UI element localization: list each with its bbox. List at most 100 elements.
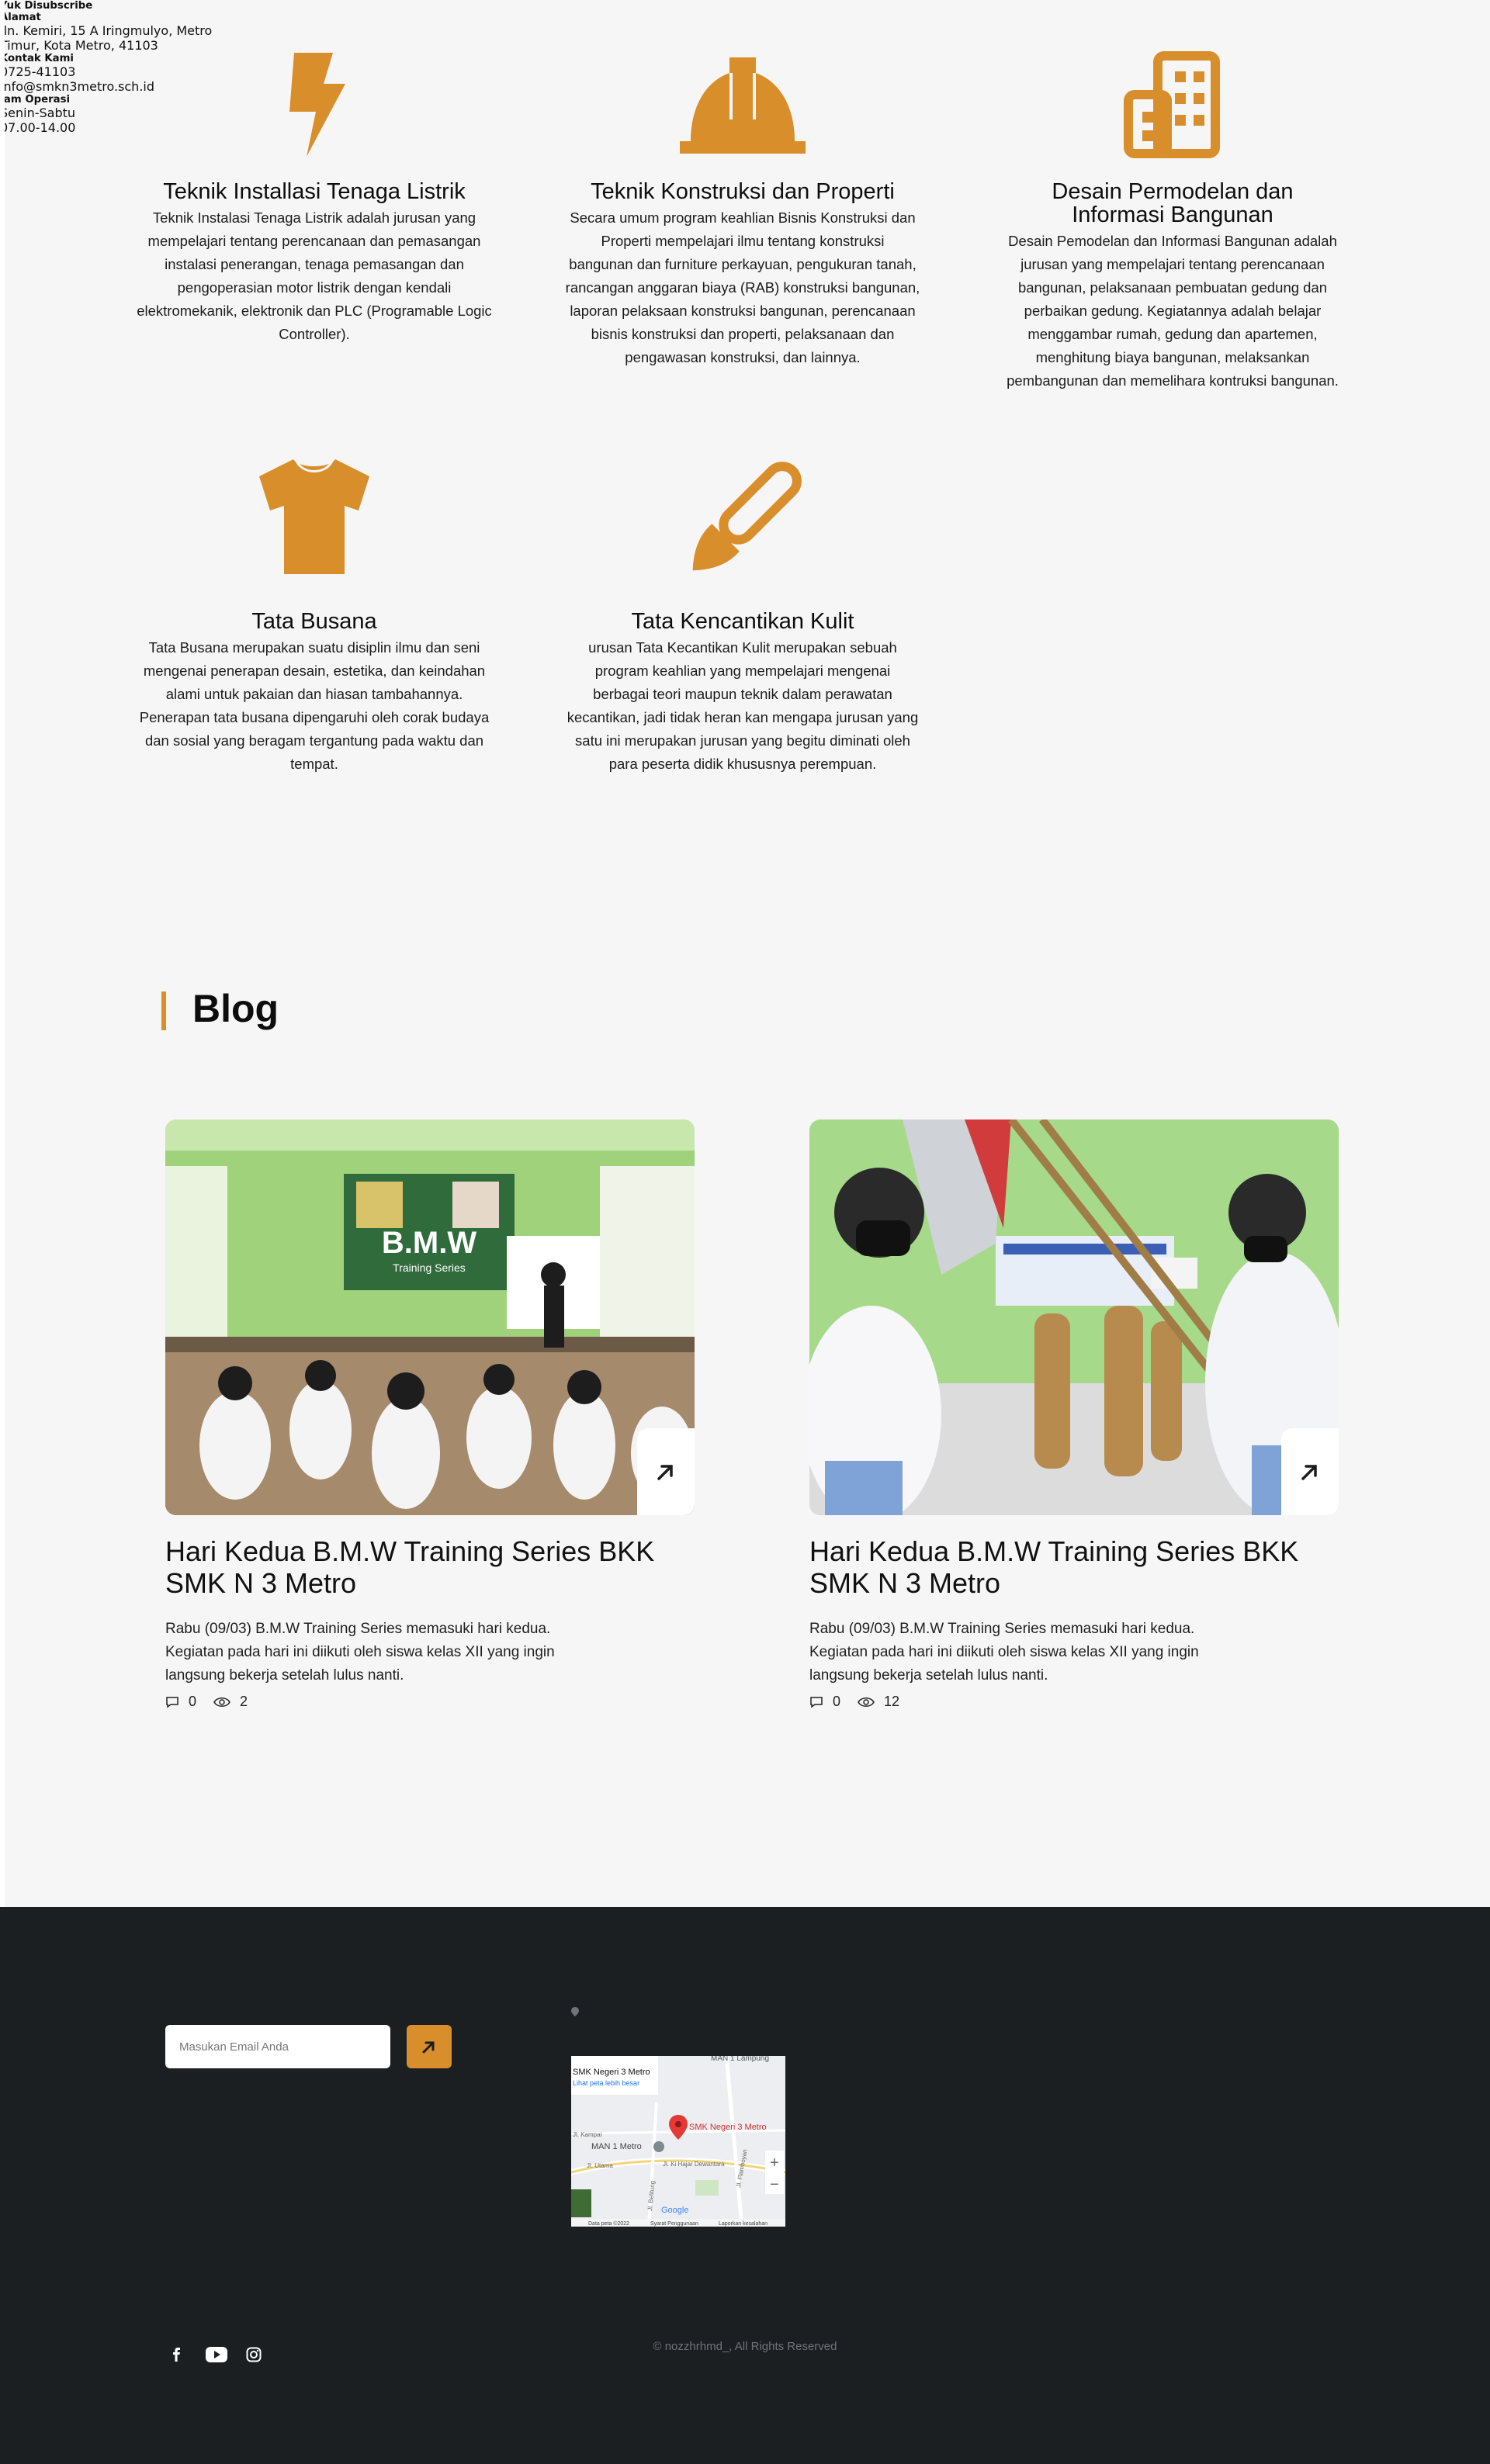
- desc-line: pengoperasian motor listrik dengan kenda…: [177, 279, 452, 296]
- address-line: Jln. Kemiri, 15 A Iringmulyo, Metro: [0, 23, 213, 38]
- blog-card[interactable]: Hari Kedua B.M.W Training Series BKK SMK…: [809, 1120, 1340, 1710]
- contact-phone: 0725-41103: [0, 64, 76, 79]
- major-title: Teknik Installasi Tenaga Listrik: [163, 179, 466, 204]
- excerpt-line: Rabu (09/03) B.M.W Training Series memas…: [165, 1621, 551, 1637]
- view-count-value: 12: [884, 1694, 900, 1709]
- excerpt-line: Kegiatan pada hari ini diikuti oleh sisw…: [165, 1644, 555, 1660]
- location-pin-icon: [571, 2007, 579, 2016]
- desc-line: program keahlian yang mempelajari mengen…: [594, 663, 891, 679]
- t-shirt-icon: [259, 459, 369, 574]
- desc-line: perbaikan gedung. Kegiatannya adalah bel…: [1024, 303, 1322, 319]
- google-logo: Google: [661, 2206, 688, 2215]
- major-title: Tata Kencantikan Kulit: [631, 609, 854, 634]
- page-edge: [0, 0, 5, 1907]
- blog-heading-accent: [161, 991, 166, 1030]
- map-place-title: SMK Negeri 3 Metro: [573, 2068, 650, 2077]
- desc-line: dan sosial yang beragam tergantung pada …: [144, 732, 484, 749]
- map-larger-link[interactable]: Lihat peta lebih besar: [573, 2079, 639, 2087]
- desc-line: jurusan yang mempelajari tentang perenca…: [1020, 256, 1325, 272]
- major-description: Tata Busana merupakan suatu disiplin ilm…: [124, 636, 504, 776]
- major-card: Desain Permodelan dan Informasi Bangunan…: [982, 50, 1363, 393]
- subscribe-heading: Yuk Disubscribe: [0, 0, 93, 12]
- blog-image-classroom[interactable]: B.M.W Training Series: [165, 1120, 695, 1515]
- read-more-button[interactable]: [1281, 1428, 1339, 1515]
- major-title: Teknik Konstruksi dan Properti: [591, 179, 895, 204]
- desc-line: kecantikan, jadi tidak heran kan mengapa…: [567, 709, 919, 725]
- desc-line: Penerapan tata busana dipengaruhi oleh c…: [139, 709, 490, 725]
- blog-post-meta: 0 2: [165, 1694, 696, 1710]
- map-road-label: Jl. Utama: [587, 2162, 613, 2169]
- blog-post-title[interactable]: Hari Kedua B.M.W Training Series BKK SMK…: [165, 1535, 662, 1599]
- banner-subtext: Training Series: [393, 1261, 466, 1274]
- major-card: Tata Busana Tata Busana merupakan suatu …: [124, 455, 504, 776]
- excerpt-line: langsung bekerja setelah lulus nanti.: [165, 1667, 404, 1684]
- email-subscribe-input[interactable]: [165, 2025, 390, 2068]
- title-line: Desain Permodelan dan: [1052, 179, 1294, 204]
- title-line: Hari Kedua B.M.W Training Series BKK: [165, 1535, 655, 1567]
- map-label: MAN 1 Lampung: [711, 2056, 769, 2063]
- eye-icon: [213, 1697, 230, 1707]
- major-card: Teknik Konstruksi dan Properti Secara um…: [553, 50, 933, 369]
- desc-line: laporan pelaksaan konstruksi bangunan, p…: [570, 303, 916, 319]
- major-card: Teknik Installasi Tenaga Listrik Teknik …: [124, 50, 504, 346]
- banner-text: B.M.W: [382, 1226, 476, 1260]
- blog-post-title[interactable]: Hari Kedua B.M.W Training Series BKK SMK…: [809, 1535, 1306, 1599]
- blog-image-flag-ceremony[interactable]: [809, 1120, 1339, 1515]
- blog-post-meta: 0 12: [809, 1694, 1340, 1710]
- subscribe-button[interactable]: [407, 2025, 452, 2068]
- arrow-up-right-icon: [657, 1465, 673, 1480]
- lightning-bolt-icon: [289, 53, 345, 157]
- map-report-link[interactable]: Laporkan kesalahan: [719, 2221, 768, 2227]
- comment-count-value: 0: [833, 1694, 841, 1709]
- desc-line: pengawasan konstruksi, dan lainnya.: [625, 349, 861, 365]
- desc-line: rancangan anggaran biaya (RAB) konstruks…: [565, 279, 920, 296]
- map-pin-label: SMK Negeri 3 Metro: [689, 2123, 767, 2132]
- desc-line: Secara umum program keahlian Bisnis Kons…: [570, 209, 916, 226]
- hard-hat-icon: [680, 57, 806, 154]
- desc-line: Desain Pemodelan dan Informasi Bangunan …: [1008, 233, 1337, 249]
- address-text: Jln. Kemiri, 15 A Iringmulyo, Metro Timu…: [0, 23, 1490, 53]
- blog-post-excerpt: Rabu (09/03) B.M.W Training Series memas…: [809, 1618, 1244, 1687]
- desc-line: bangunan, pelaksanaan pembuatan gedung d…: [1017, 279, 1328, 296]
- embedded-map[interactable]: SMK Negeri 3 Metro Lihat peta lebih besa…: [571, 2056, 785, 2227]
- desc-line: satu ini merupakan jurusan yang begitu d…: [575, 732, 910, 749]
- title-line: Informasi Bangunan: [1072, 202, 1273, 227]
- title-line: Hari Kedua B.M.W Training Series BKK: [809, 1535, 1299, 1567]
- major-description: Desain Pemodelan dan Informasi Bangunan …: [982, 230, 1363, 393]
- ceremony-photo: [809, 1120, 1339, 1515]
- arrow-up-right-icon: [422, 2041, 435, 2054]
- comment-icon: [810, 1696, 823, 1708]
- comment-icon: [166, 1696, 178, 1708]
- map-road-label: Jl. Ki Hajar Dewantara: [663, 2161, 725, 2168]
- desc-line: alami untuk pakaian dan hiasan tambahann…: [165, 686, 463, 702]
- desc-line: Teknik Instalasi Tenaga Listrik adalah j…: [152, 209, 476, 226]
- address-heading: Alamat: [0, 12, 41, 23]
- desc-line: tempat.: [290, 756, 338, 772]
- blog-heading: Blog: [192, 987, 279, 1030]
- view-count: 2: [213, 1694, 248, 1710]
- excerpt-line: Rabu (09/03) B.M.W Training Series memas…: [809, 1621, 1195, 1637]
- desc-line: pembangunan dan memelihara kontruksi ban…: [1007, 372, 1339, 389]
- paint-brush-icon: [692, 462, 802, 571]
- desc-line: instalasi penerangan, tenaga pemasangan …: [165, 256, 464, 272]
- desc-line: mempelajari tentang perencanaan dan pema…: [147, 233, 481, 249]
- desc-line: mengenai penerapan desain, estetika, dan…: [143, 663, 486, 679]
- blog-card[interactable]: B.M.W Training Series Hari Kedua B.M.W T…: [165, 1120, 696, 1710]
- map-terms-link[interactable]: Syarat Penggunaan: [650, 2221, 698, 2227]
- map-zoom-out[interactable]: −: [770, 2176, 779, 2193]
- map-zoom-in[interactable]: +: [770, 2154, 779, 2172]
- comment-count-value: 0: [189, 1694, 197, 1709]
- desc-line: bangunan dan furniture perkayuan, penguk…: [569, 256, 917, 272]
- hours-days: Senin-Sabtu: [0, 106, 76, 120]
- desc-line: Properti mempelajari ilmu tentang konstr…: [601, 233, 885, 249]
- read-more-button[interactable]: [637, 1428, 695, 1515]
- excerpt-line: Kegiatan pada hari ini diikuti oleh sisw…: [809, 1644, 1199, 1660]
- map-road-label: Jl. Kampai: [573, 2131, 602, 2138]
- copyright-text: © nozzhrhmd_, All Rights Reserved: [653, 2340, 837, 2353]
- desc-line: berbagai teori maupun teknik dalam peraw…: [593, 686, 892, 702]
- major-description: urusan Tata Kecantikan Kulit merupakan s…: [553, 636, 933, 776]
- desc-line: para peserta didik khususnya perempuan.: [608, 756, 877, 772]
- classroom-photo: B.M.W Training Series: [165, 1120, 695, 1515]
- major-description: Teknik Instalasi Tenaga Listrik adalah j…: [124, 206, 504, 346]
- map-canvas: SMK Negeri 3 Metro Lihat peta lebih besa…: [571, 2056, 785, 2227]
